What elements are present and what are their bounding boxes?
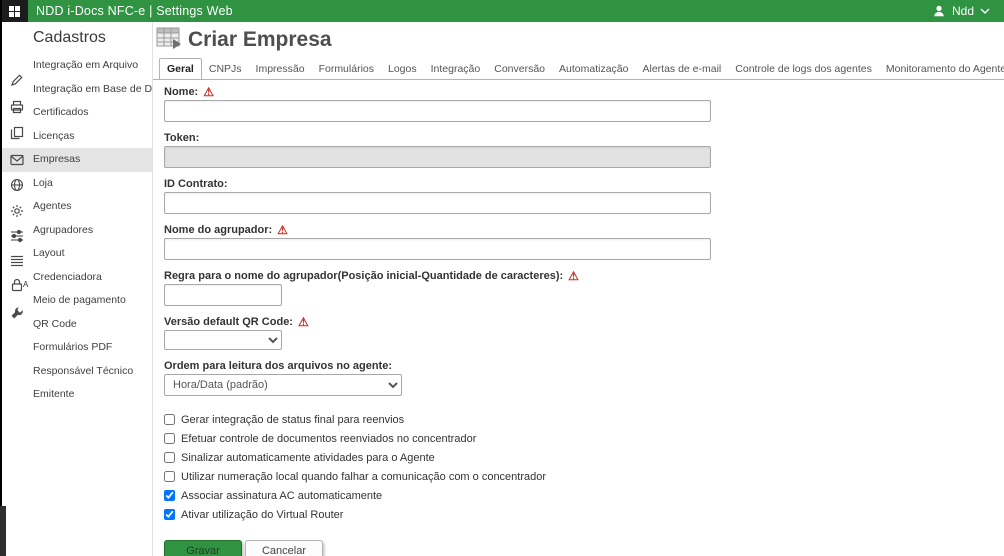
tab-controle-logs[interactable]: Controle de logs dos agentes [728, 59, 879, 79]
gear-icon[interactable] [9, 203, 25, 219]
warning-icon: ⚠ [298, 316, 309, 328]
field-nome-agrupador: Nome do agrupador: ⚠ [164, 224, 1004, 260]
assinatura-ac-checkbox[interactable] [164, 490, 175, 501]
versao-qr-select[interactable] [164, 330, 282, 350]
scrollbar-thumb[interactable] [0, 506, 6, 556]
page-header: Criar Empresa [153, 22, 1004, 58]
field-ordem-leitura: Ordem para leitura dos arquivos no agent… [164, 360, 1004, 396]
save-button[interactable]: Gravar [164, 540, 242, 556]
form-geral: Nome: ⚠ Token: ID Contrato: Nome do agru… [153, 80, 1004, 556]
numeracao-local-checkbox[interactable] [164, 471, 175, 482]
table-icon [156, 26, 182, 55]
nome-label: Nome: ⚠ [164, 86, 1004, 98]
checkbox-numeracao-local[interactable]: Utilizar numeração local quando falhar a… [164, 467, 1004, 486]
apps-menu-button[interactable] [0, 0, 28, 22]
gerar-integracao-checkbox[interactable] [164, 414, 175, 425]
field-regra-agrupador: Regra para o nome do agrupador(Posição i… [164, 270, 1004, 306]
checkbox-group: Gerar integração de status final para re… [164, 410, 1004, 524]
field-nome: Nome: ⚠ [164, 86, 1004, 122]
regra-agrupador-label: Regra para o nome do agrupador(Posição i… [164, 270, 1004, 282]
main-content: Criar Empresa Geral CNPJs Impressão Form… [153, 22, 1004, 556]
checkbox-gerar-integracao[interactable]: Gerar integração de status final para re… [164, 410, 1004, 429]
warning-icon: ⚠ [203, 86, 214, 98]
warning-icon: ⚠ [568, 270, 579, 282]
button-row: Gravar Cancelar [164, 540, 1004, 556]
checkbox-sinalizar-atividades[interactable]: Sinalizar automaticamente atividades par… [164, 448, 1004, 467]
wrench-icon[interactable] [9, 305, 25, 321]
id-contrato-input[interactable] [164, 192, 711, 214]
ordem-leitura-select[interactable]: Hora/Data (padrão) [164, 374, 402, 396]
sinalizar-atividades-checkbox[interactable] [164, 452, 175, 463]
pen-icon[interactable] [9, 72, 25, 88]
page-title: Criar Empresa [188, 28, 332, 52]
documents-icon[interactable] [9, 125, 25, 141]
apps-grid-icon [9, 6, 20, 17]
tab-alertas-email[interactable]: Alertas de e-mail [635, 59, 728, 79]
chevron-down-icon [980, 8, 990, 14]
list-icon[interactable] [9, 253, 25, 269]
token-label: Token: [164, 132, 1004, 144]
field-token: Token: [164, 132, 1004, 168]
tab-formularios[interactable]: Formulários [312, 59, 381, 79]
user-icon [932, 4, 946, 18]
field-versao-qr: Versão default QR Code: ⚠ [164, 316, 1004, 350]
top-bar: NDD i-Docs NFC-e | Settings Web Ndd [0, 0, 1004, 22]
a-badge: A [23, 280, 28, 289]
token-input [164, 146, 711, 168]
virtual-router-checkbox[interactable] [164, 509, 175, 520]
window-edge [0, 0, 2, 556]
warning-icon: ⚠ [277, 224, 288, 236]
regra-agrupador-input[interactable] [164, 284, 282, 306]
checkbox-virtual-router[interactable]: Ativar utilização do Virtual Router [164, 505, 1004, 524]
icon-rail: A [2, 22, 30, 556]
mail-icon[interactable] [9, 152, 25, 168]
tab-bar: Geral CNPJs Impressão Formulários Logos … [153, 58, 1004, 80]
app-title: NDD i-Docs NFC-e | Settings Web [36, 4, 233, 18]
tab-impressao[interactable]: Impressão [249, 59, 312, 79]
printer-icon[interactable] [9, 99, 25, 115]
sliders-icon[interactable] [9, 228, 25, 244]
checkbox-assinatura-ac[interactable]: Associar assinatura AC automaticamente [164, 486, 1004, 505]
tab-automatizacao[interactable]: Automatização [552, 59, 635, 79]
tab-cnpjs[interactable]: CNPJs [202, 59, 249, 79]
tab-logos[interactable]: Logos [381, 59, 424, 79]
nome-input[interactable] [164, 100, 711, 122]
tab-conversao[interactable]: Conversão [487, 59, 552, 79]
id-contrato-label: ID Contrato: [164, 178, 1004, 190]
tab-geral[interactable]: Geral [159, 58, 202, 80]
tab-monitoramento-agente[interactable]: Monitoramento do Agente [879, 59, 1004, 79]
nome-agrupador-input[interactable] [164, 238, 711, 260]
tab-integracao[interactable]: Integração [424, 59, 488, 79]
nome-agrupador-label: Nome do agrupador: ⚠ [164, 224, 1004, 236]
cancel-button[interactable]: Cancelar [245, 540, 323, 556]
field-id-contrato: ID Contrato: [164, 178, 1004, 214]
efetuar-controle-checkbox[interactable] [164, 433, 175, 444]
user-menu[interactable]: Ndd [932, 4, 1004, 18]
user-name: Ndd [952, 4, 974, 18]
checkbox-efetuar-controle[interactable]: Efetuar controle de documentos reenviado… [164, 429, 1004, 448]
globe-icon[interactable] [9, 177, 25, 193]
ordem-leitura-label: Ordem para leitura dos arquivos no agent… [164, 360, 1004, 372]
versao-qr-label: Versão default QR Code: ⚠ [164, 316, 1004, 328]
